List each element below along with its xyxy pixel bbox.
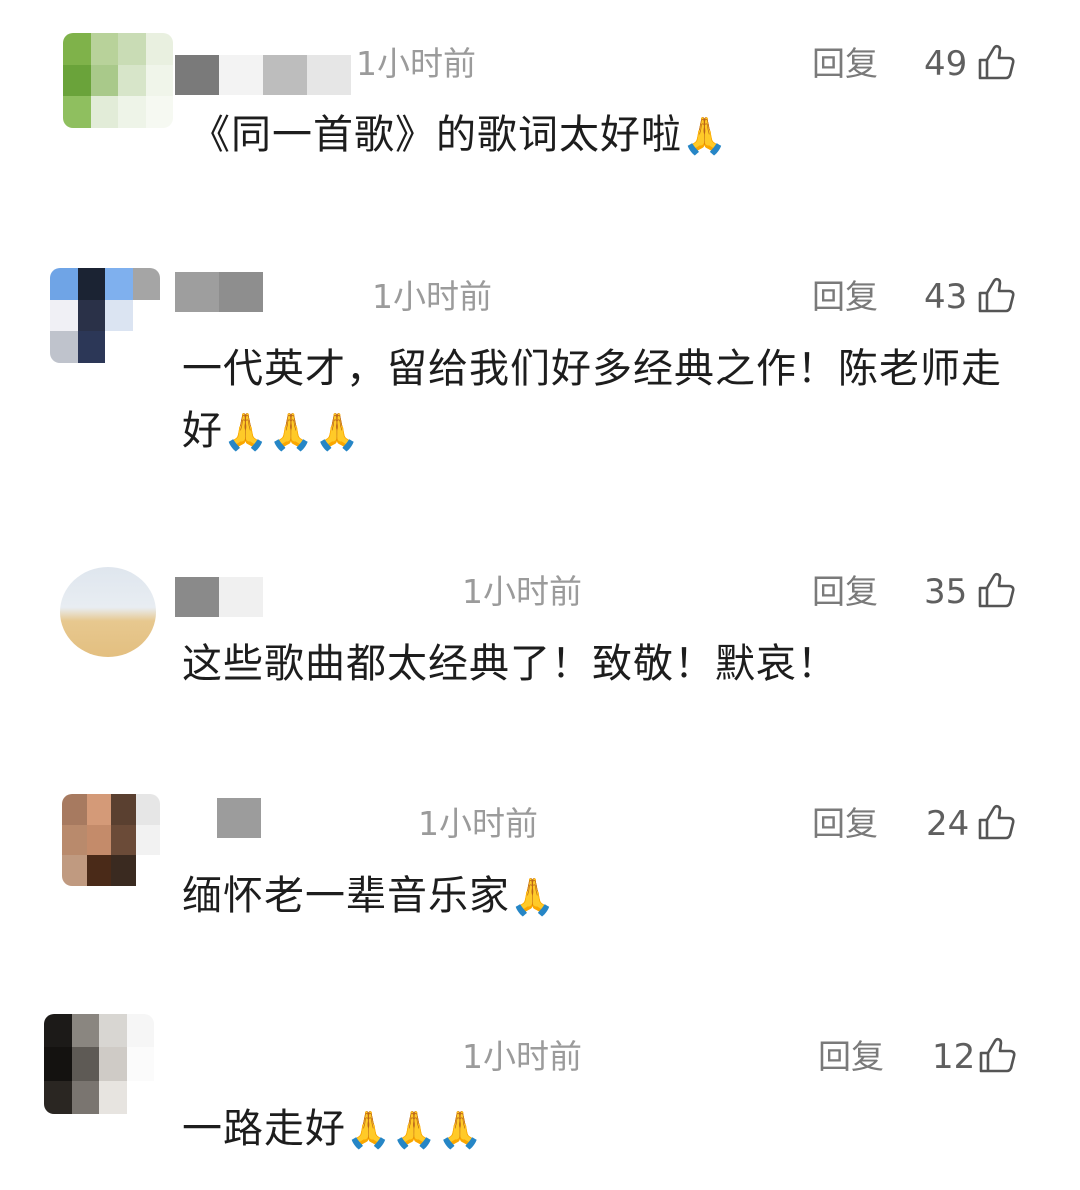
comment-time: 1小时前	[372, 277, 492, 316]
avatar[interactable]	[60, 567, 156, 657]
comment-text-body: 缅怀老一辈音乐家	[182, 873, 510, 919]
avatar[interactable]	[62, 794, 160, 886]
reply-button[interactable]: 回复	[812, 277, 878, 317]
comment-text: 一路走好🙏🙏🙏	[182, 1098, 1012, 1162]
comment-time: 1小时前	[418, 804, 538, 843]
username-blurred[interactable]	[175, 272, 263, 316]
avatar[interactable]	[50, 268, 160, 363]
comment-time: 1小时前	[356, 44, 476, 83]
like-count: 49	[924, 44, 968, 84]
username-blurred[interactable]	[217, 798, 261, 842]
username-blurred[interactable]	[175, 577, 263, 621]
reply-button[interactable]: 回复	[812, 44, 878, 84]
comment-text-body: 《同一首歌》的歌词太好啦	[190, 112, 682, 158]
thumbs-up-icon[interactable]	[977, 1035, 1017, 1075]
comment-text: 这些歌曲都太经典了！致敬！默哀！	[182, 633, 1012, 697]
reply-button[interactable]: 回复	[812, 804, 878, 844]
comment-text-body: 一路走好	[182, 1106, 346, 1152]
comment-text-body: 这些歌曲都太经典了！致敬！默哀！	[182, 641, 838, 687]
username-blurred[interactable]	[175, 55, 351, 99]
like-count: 43	[924, 277, 968, 317]
folded-hands-emoji: 🙏🙏🙏	[346, 1110, 484, 1151]
thumbs-up-icon[interactable]	[976, 42, 1016, 82]
avatar[interactable]	[63, 33, 173, 128]
folded-hands-emoji: 🙏🙏🙏	[223, 412, 361, 453]
like-count: 12	[932, 1037, 976, 1077]
comment-text: 缅怀老一辈音乐家🙏	[182, 865, 1012, 929]
folded-hands-emoji: 🙏	[682, 116, 728, 157]
reply-button[interactable]: 回复	[812, 572, 878, 612]
thumbs-up-icon[interactable]	[976, 570, 1016, 610]
thumbs-up-icon[interactable]	[976, 275, 1016, 315]
like-count: 35	[924, 572, 968, 612]
folded-hands-emoji: 🙏	[510, 877, 556, 918]
like-count: 24	[926, 804, 970, 844]
avatar[interactable]	[44, 1014, 154, 1114]
reply-button[interactable]: 回复	[818, 1037, 884, 1077]
thumbs-up-icon[interactable]	[976, 802, 1016, 842]
comment-time: 1小时前	[462, 572, 582, 611]
comment-time: 1小时前	[462, 1037, 582, 1076]
comment-text: 《同一首歌》的歌词太好啦🙏	[190, 104, 1020, 168]
comment-text: 一代英才，留给我们好多经典之作！陈老师走好🙏🙏🙏	[182, 338, 1012, 464]
